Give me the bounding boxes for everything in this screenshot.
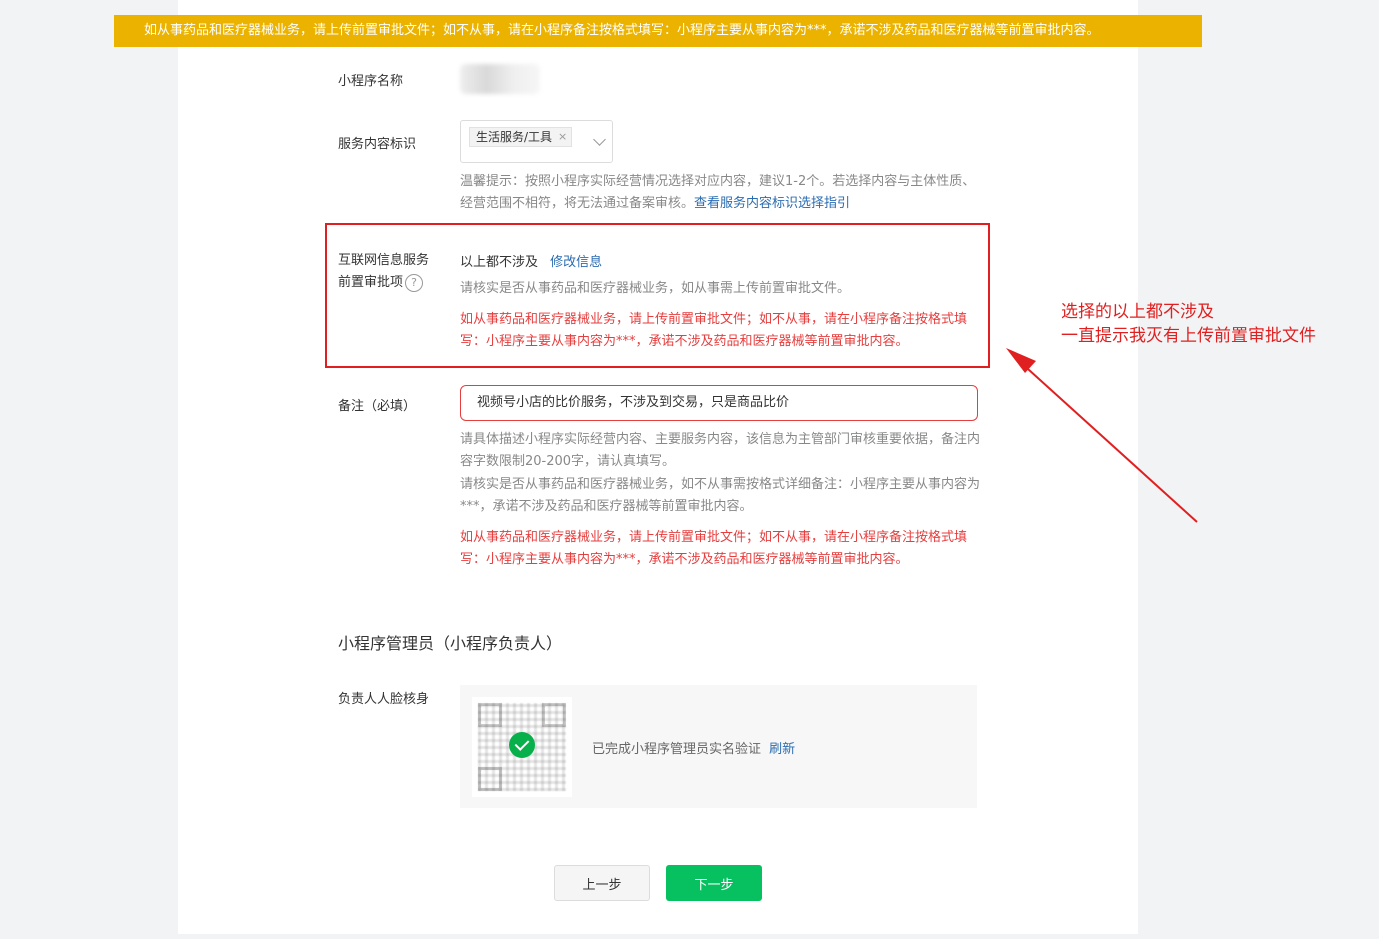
annotation-arrow: [1006, 348, 1198, 523]
